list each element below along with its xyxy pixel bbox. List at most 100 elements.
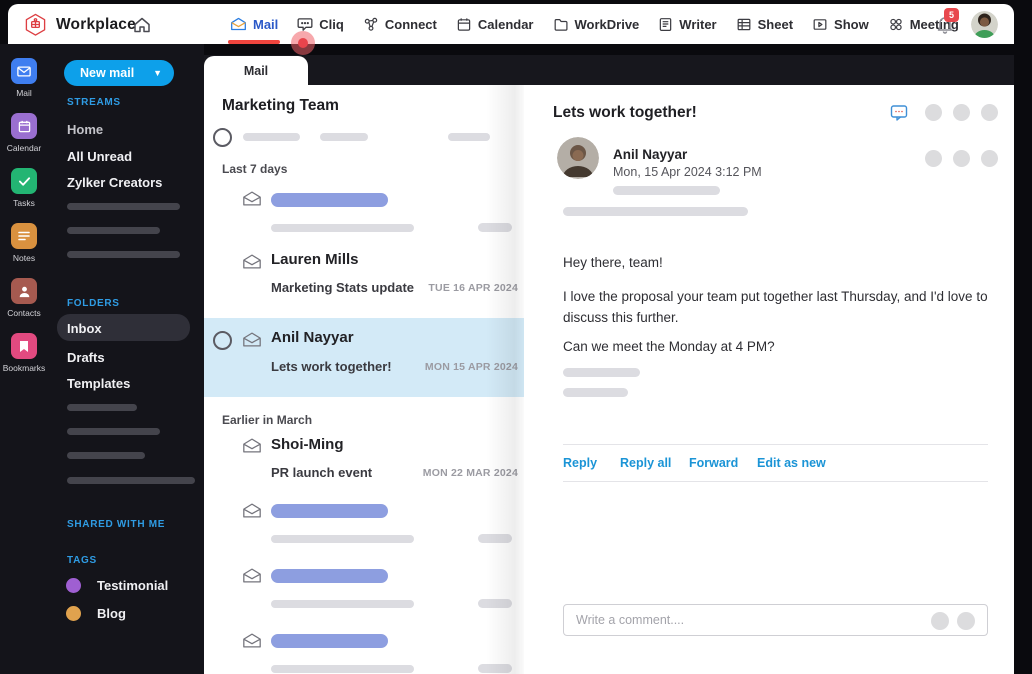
- sidebar-tag-testimonial[interactable]: Testimonial: [97, 578, 168, 593]
- list-group-label: Earlier in March: [222, 413, 313, 427]
- sidebar-item-all-unread[interactable]: All Unread: [67, 149, 132, 164]
- sidebar-tag-blog[interactable]: Blog: [97, 606, 126, 621]
- mail-row-subject[interactable]: PR launch event: [271, 465, 372, 480]
- topnav-show[interactable]: Show: [812, 4, 869, 44]
- topnav-connect[interactable]: Connect: [363, 4, 437, 44]
- skeleton-bar: [67, 404, 137, 411]
- toolbar-placeholder-icon[interactable]: [953, 104, 970, 121]
- toolbar-placeholder-icon[interactable]: [953, 150, 970, 167]
- mail-row-selected[interactable]: [204, 318, 524, 397]
- top-bar: Workplace Mail Cliq Connect Calendar Wor…: [8, 4, 1014, 44]
- toolbar-placeholder-icon[interactable]: [981, 104, 998, 121]
- network-icon: [363, 17, 379, 32]
- rail-bookmarks-app[interactable]: [11, 333, 37, 359]
- comment-input[interactable]: [576, 605, 916, 635]
- check-icon: [18, 176, 30, 186]
- reply-button[interactable]: Reply: [563, 456, 597, 470]
- comment-action-icon[interactable]: [931, 612, 949, 630]
- skeleton-subject-bar[interactable]: [271, 193, 388, 207]
- topnav-workdrive[interactable]: WorkDrive: [553, 4, 639, 44]
- active-tab-underline: [228, 40, 280, 44]
- list-group-label: Last 7 days: [222, 162, 288, 176]
- skeleton-subject-bar[interactable]: [271, 504, 388, 518]
- skeleton-bar: [320, 133, 368, 141]
- edit-as-new-button[interactable]: Edit as new: [757, 456, 826, 470]
- notes-icon: [18, 231, 30, 241]
- home-icon[interactable]: [132, 15, 152, 35]
- sidebar-item-zylker-creators[interactable]: Zylker Creators: [67, 175, 162, 190]
- skeleton-bar: [563, 207, 748, 216]
- skeleton-bar: [271, 665, 414, 673]
- comments-icon[interactable]: [890, 104, 909, 122]
- mail-icon: [17, 65, 31, 77]
- mail-icon: [230, 17, 247, 31]
- sidebar-item-inbox[interactable]: Inbox: [67, 321, 102, 336]
- rail-contacts-label: Contacts: [7, 308, 41, 318]
- skeleton-bar: [243, 133, 300, 141]
- skeleton-bar: [67, 428, 160, 435]
- skeleton-bar: [478, 223, 512, 232]
- skeleton-bar: [563, 388, 628, 397]
- topnav-calendar[interactable]: Calendar: [456, 4, 534, 44]
- rail-notes-label: Notes: [12, 253, 36, 263]
- skeleton-subject-bar[interactable]: [271, 569, 388, 583]
- chat-bubble-icon: [297, 17, 313, 32]
- body-paragraph: Can we meet the Monday at 4 PM?: [563, 339, 775, 354]
- mail-row-sender[interactable]: Lauren Mills: [271, 251, 359, 268]
- sidebar-item-home[interactable]: Home: [67, 122, 103, 137]
- shared-section-header: SHARED WITH ME: [67, 519, 166, 530]
- rail-calendar-app[interactable]: [11, 113, 37, 139]
- rail-contacts-app[interactable]: [11, 278, 37, 304]
- toolbar-placeholder-icon[interactable]: [981, 150, 998, 167]
- topnav-writer[interactable]: Writer: [658, 4, 717, 44]
- detail-datetime: Mon, 15 Apr 2024 3:12 PM: [613, 165, 762, 179]
- new-mail-button[interactable]: New mail ▼: [64, 60, 174, 86]
- mail-detail-pane: [524, 85, 1014, 674]
- tag-color-dot: [66, 606, 81, 621]
- mail-row-date: MON 15 APR 2024: [424, 361, 518, 373]
- rail-bookmarks-label: Bookmarks: [2, 363, 46, 373]
- skeleton-bar: [563, 368, 640, 377]
- open-envelope-icon: [242, 502, 262, 519]
- skeleton-bar: [271, 535, 414, 543]
- mail-row-sender[interactable]: Shoi-Ming: [271, 436, 343, 453]
- forward-button[interactable]: Forward: [689, 456, 738, 470]
- top-navigation: Mail Cliq Connect Calendar WorkDrive Wri…: [228, 4, 959, 44]
- rail-tasks-app[interactable]: [11, 168, 37, 194]
- open-envelope-icon: [242, 190, 262, 207]
- folders-section-header: FOLDERS: [67, 298, 120, 309]
- skeleton-bar: [67, 203, 180, 210]
- sidebar-item-drafts[interactable]: Drafts: [67, 350, 105, 365]
- skeleton-bar: [478, 599, 512, 608]
- presentation-icon: [812, 17, 828, 32]
- user-avatar[interactable]: [971, 11, 998, 38]
- rail-mail-app[interactable]: [11, 58, 37, 84]
- topnav-sheet[interactable]: Sheet: [736, 4, 793, 44]
- rail-notes-app[interactable]: [11, 223, 37, 249]
- divider: [563, 481, 988, 482]
- mail-row-checkbox[interactable]: [213, 331, 232, 350]
- open-envelope-icon: [242, 253, 262, 270]
- skeleton-subject-bar[interactable]: [271, 634, 388, 648]
- zoho-logo-icon[interactable]: [24, 13, 47, 36]
- skeleton-bar: [271, 600, 414, 608]
- select-all-checkbox[interactable]: [213, 128, 232, 147]
- tab-mail[interactable]: Mail: [204, 56, 308, 85]
- sidebar-item-templates[interactable]: Templates: [67, 376, 130, 391]
- calendar-icon: [456, 17, 472, 32]
- toolbar-placeholder-icon[interactable]: [925, 150, 942, 167]
- cursor-click-indicator-center: [298, 38, 308, 48]
- comment-action-icon[interactable]: [957, 612, 975, 630]
- notification-bell-icon[interactable]: 5: [936, 8, 959, 34]
- open-envelope-icon: [242, 331, 262, 348]
- sender-avatar: [557, 137, 599, 179]
- topnav-mail[interactable]: Mail: [228, 4, 280, 44]
- open-envelope-icon: [242, 567, 262, 584]
- skeleton-bar: [448, 133, 490, 141]
- spreadsheet-icon: [736, 17, 752, 32]
- reply-all-button[interactable]: Reply all: [620, 456, 671, 470]
- toolbar-placeholder-icon[interactable]: [925, 104, 942, 121]
- folder-icon: [553, 17, 569, 32]
- chevron-down-icon[interactable]: ▼: [153, 68, 174, 78]
- mail-row-sender[interactable]: Anil Nayyar: [271, 329, 354, 346]
